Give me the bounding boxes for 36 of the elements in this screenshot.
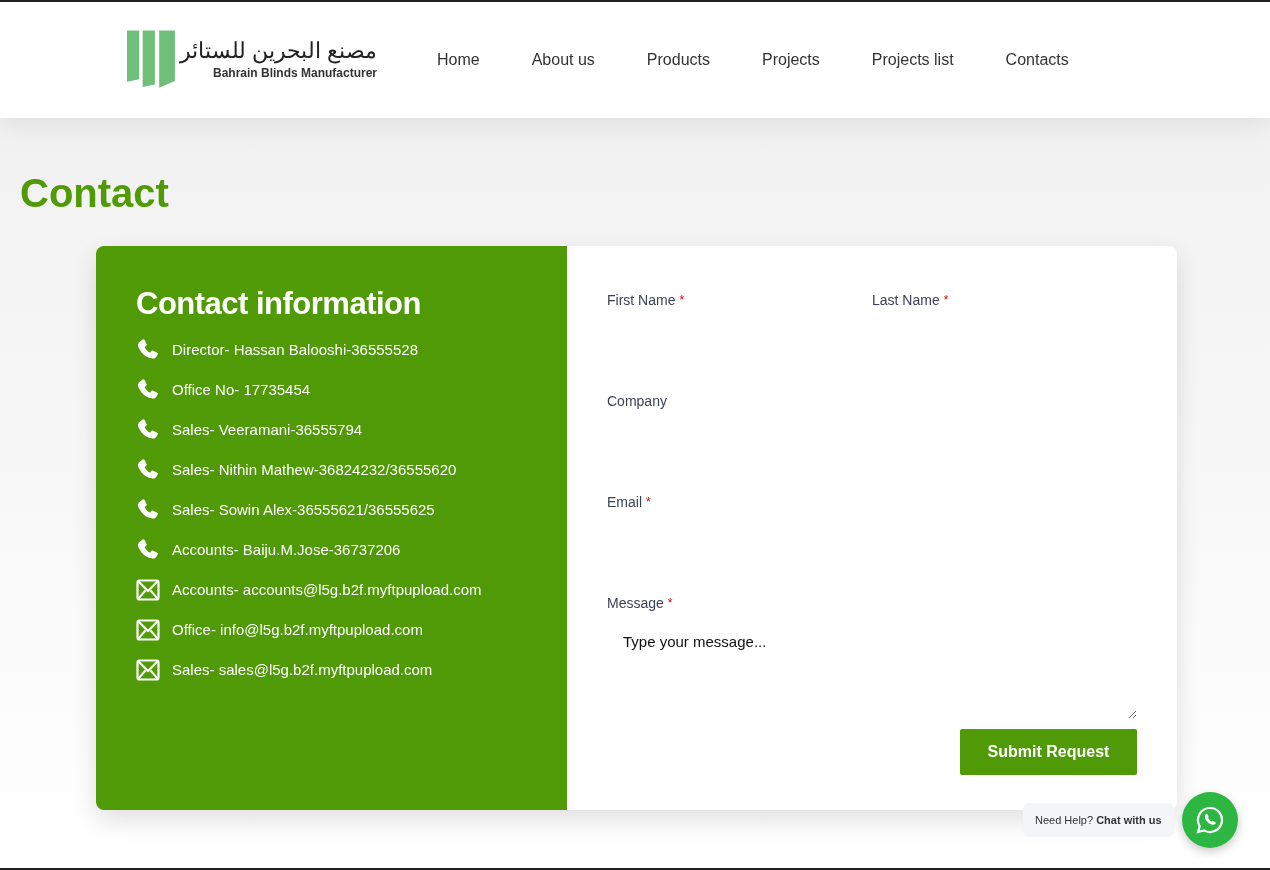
field-label: First Name * bbox=[607, 291, 686, 310]
envelope-icon bbox=[136, 578, 160, 602]
envelope-icon bbox=[136, 618, 160, 642]
message-field[interactable]: Type your message... bbox=[607, 619, 1137, 719]
phone-contact: Director- Hassan Balooshi-36555528 bbox=[172, 340, 419, 360]
required-mark: * bbox=[646, 495, 651, 509]
phone-contact: Sales- Nithin Mathew-36824232/36555620 bbox=[172, 460, 458, 480]
nav-link[interactable]: Home bbox=[437, 48, 480, 72]
nav-link[interactable]: Projects bbox=[762, 48, 820, 72]
field-label: Email * bbox=[607, 493, 652, 512]
contact-info-title: Contact information bbox=[136, 285, 422, 323]
field-label: Message * bbox=[607, 594, 674, 613]
required-mark: * bbox=[943, 293, 949, 307]
required-mark: * bbox=[667, 596, 673, 610]
page-title: Contact bbox=[19, 170, 170, 217]
nav-link[interactable]: Contacts bbox=[1005, 48, 1069, 72]
phone-contact: Sales- Sowin Alex-36555621/36555625 bbox=[172, 500, 436, 520]
field-label: Company bbox=[607, 392, 668, 411]
chat-bubble-icon bbox=[1194, 805, 1225, 835]
nav-link[interactable]: About us bbox=[531, 48, 595, 72]
logo-arabic-text: مصنع البحرين للستائر bbox=[179, 38, 377, 64]
chat-prompt[interactable]: Need Help? Chat with us bbox=[1023, 802, 1174, 838]
field-label: Last Name * bbox=[872, 291, 950, 310]
phone-contact: Accounts- Baiju.M.Jose-36737206 bbox=[172, 540, 402, 560]
email-contact: Office- info@l5g.b2f.myftpupload.com bbox=[172, 620, 424, 640]
email-contact: Accounts- accounts@l5g.b2f.myftpupload.com bbox=[172, 580, 483, 600]
envelope-icon bbox=[136, 658, 160, 682]
required-mark: * bbox=[679, 293, 685, 307]
nav-link[interactable]: Projects list bbox=[871, 48, 954, 72]
nav-link[interactable]: Products bbox=[646, 48, 710, 72]
whatsapp-button[interactable] bbox=[1181, 792, 1238, 848]
phone-contact: Sales- Veeramani-36555794 bbox=[172, 420, 364, 440]
phone-contact: Office No- 17735454 bbox=[172, 380, 312, 400]
submit-button[interactable]: Submit Request bbox=[960, 729, 1137, 775]
email-contact: Sales- sales@l5g.b2f.myftpupload.com bbox=[172, 660, 434, 680]
logo-text: Bahrain Blinds Manufacturer bbox=[212, 65, 377, 82]
